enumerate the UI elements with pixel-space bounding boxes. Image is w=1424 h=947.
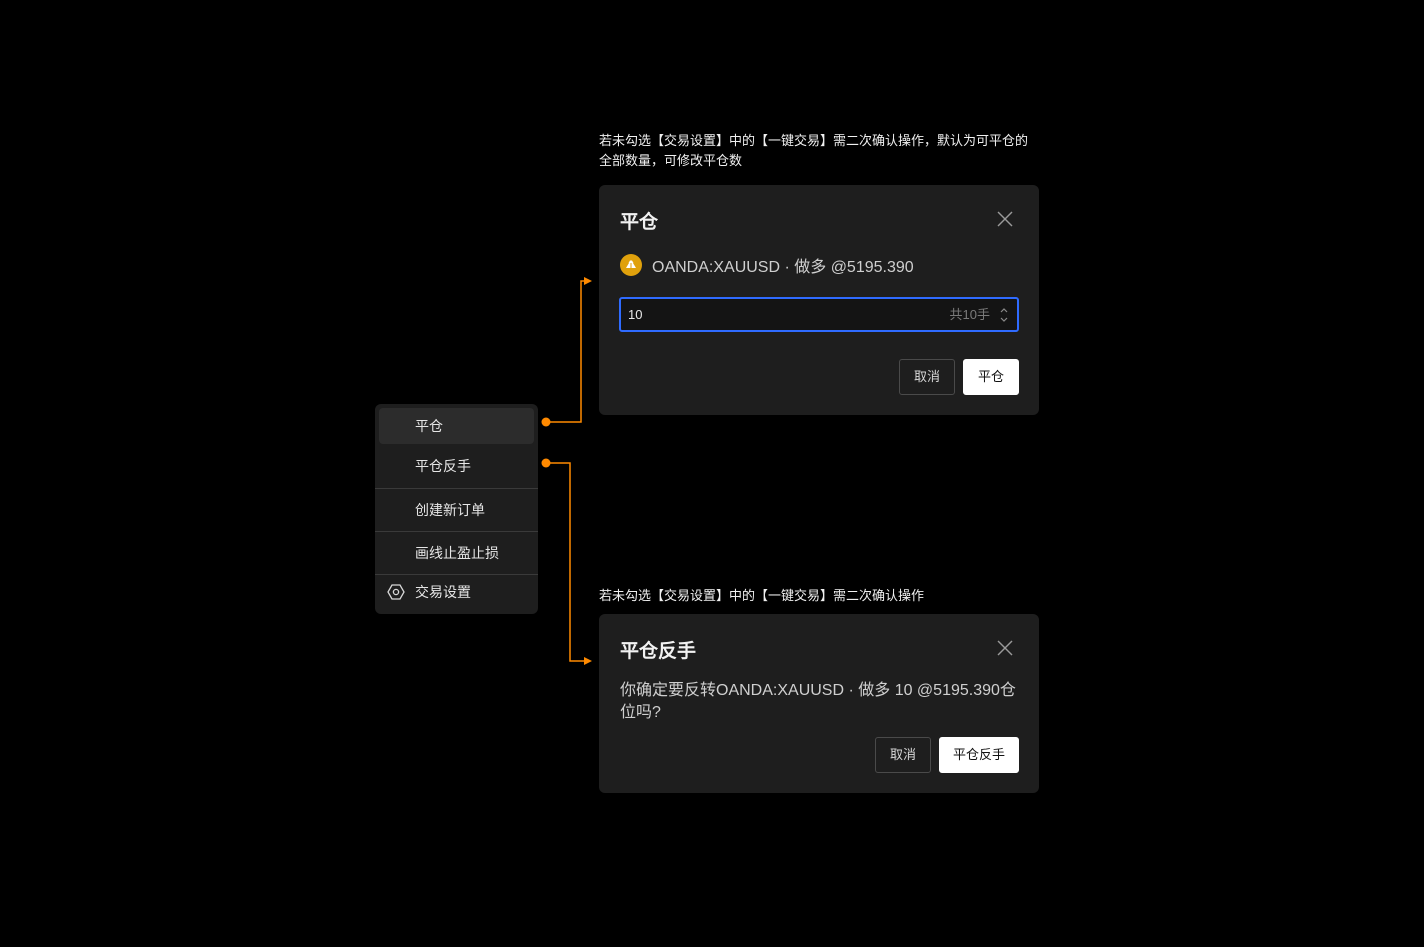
quantity-field[interactable]: 共10手 <box>619 297 1019 332</box>
dialog-title: 平仓 <box>620 212 659 233</box>
instrument-label: OANDA:XAUUSD · 做多 @5195.390 <box>652 259 914 276</box>
close-and-reverse-dialog: 平仓反手 你确定要反转OANDA:XAUUSD · 做多 10 @5195.39… <box>599 614 1039 793</box>
menu-divider <box>375 488 538 489</box>
close-position-button[interactable]: 平仓 <box>963 359 1019 395</box>
reverse-dialog-note: 若未勾选【交易设置】中的【一键交易】需二次确认操作 <box>599 588 925 603</box>
position-context-menu: 平仓 平仓反手 创建新订单 画线止盈止损 交易设置 <box>375 404 538 614</box>
menu-item-create-order[interactable]: 创建新订单 <box>375 492 538 528</box>
cancel-button[interactable]: 取消 <box>875 737 931 773</box>
connector-reverse <box>541 458 592 665</box>
dialog-title: 平仓反手 <box>620 641 697 662</box>
menu-item-draw-tp-sl[interactable]: 画线止盈止损 <box>375 535 538 571</box>
connector-close <box>541 277 592 427</box>
quantity-input[interactable] <box>628 299 928 330</box>
menu-item-trade-settings[interactable]: 交易设置 <box>375 574 538 610</box>
menu-item-label: 平仓反手 <box>415 458 471 474</box>
menu-item-close-and-reverse[interactable]: 平仓反手 <box>375 448 538 484</box>
gear-icon <box>387 584 405 600</box>
instrument-info: OANDA:XAUUSD · 做多 @5195.390 <box>620 254 914 276</box>
cancel-button[interactable]: 取消 <box>899 359 955 395</box>
menu-divider <box>375 531 538 532</box>
menu-item-close-position[interactable]: 平仓 <box>379 408 534 444</box>
close-and-reverse-button[interactable]: 平仓反手 <box>939 737 1019 773</box>
confirm-message: 你确定要反转OANDA:XAUUSD · 做多 10 @5195.390仓位吗? <box>620 682 1016 721</box>
close-dialog-note: 若未勾选【交易设置】中的【一键交易】需二次确认操作，默认为可平仓的全部数量，可修… <box>599 133 1029 168</box>
menu-item-label: 交易设置 <box>415 584 471 600</box>
close-icon[interactable] <box>997 211 1013 227</box>
close-position-dialog: 平仓 OANDA:XAUUSD · 做多 @5195.390 共10手 取消 平… <box>599 185 1039 415</box>
stepper-icon[interactable] <box>999 306 1009 324</box>
menu-item-label: 画线止盈止损 <box>415 545 499 561</box>
quantity-total-label: 共10手 <box>949 307 990 322</box>
menu-item-label: 平仓 <box>415 418 443 434</box>
menu-item-label: 创建新订单 <box>415 502 485 518</box>
close-icon[interactable] <box>997 640 1013 656</box>
gold-logo-icon <box>620 254 642 276</box>
